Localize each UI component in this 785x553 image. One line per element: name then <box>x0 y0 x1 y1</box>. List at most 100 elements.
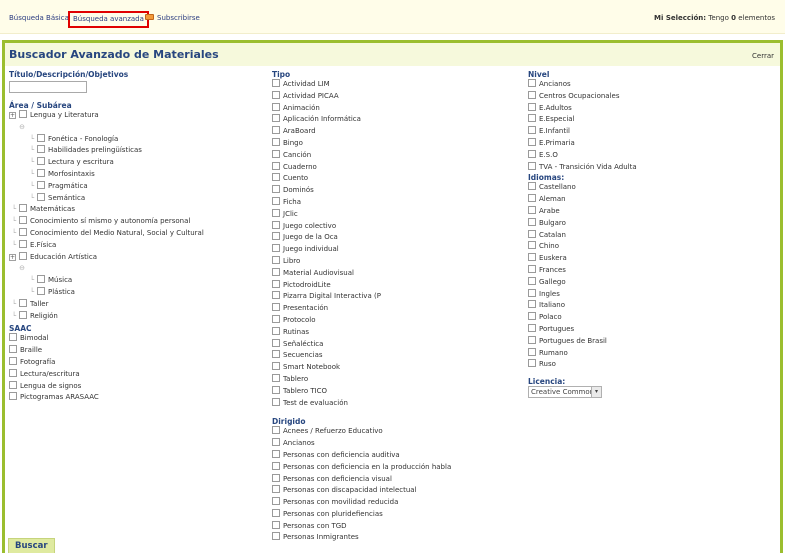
checkbox[interactable] <box>272 314 280 323</box>
checkbox[interactable] <box>528 102 536 111</box>
checkbox-option[interactable]: Arabe <box>528 205 778 218</box>
my-selection[interactable]: Mi Selección: Tengo 0 elementos <box>654 14 775 22</box>
title-field[interactable] <box>9 81 87 93</box>
checkbox-option[interactable]: Portugues de Brasil <box>528 335 778 348</box>
checkbox[interactable] <box>272 196 280 205</box>
checkbox-option[interactable]: Tablero <box>272 373 522 386</box>
checkbox[interactable] <box>272 362 280 371</box>
checkbox-option[interactable]: Acnees / Refuerzo Educativo <box>272 426 522 438</box>
checkbox[interactable] <box>9 392 17 401</box>
area-item-artistica[interactable]: + Educación Artística <box>9 251 269 264</box>
checkbox[interactable] <box>272 373 280 382</box>
checkbox-option[interactable]: Italiano <box>528 300 778 312</box>
checkbox[interactable] <box>272 79 280 87</box>
checkbox-option[interactable]: Bulgaro <box>528 217 778 230</box>
checkbox-option[interactable]: └ Fonética - Fonología <box>9 133 269 146</box>
checkbox-option[interactable]: Personas con movilidad reducida <box>272 497 522 509</box>
checkbox-option[interactable]: Ficha <box>272 196 522 209</box>
checkbox[interactable] <box>19 227 27 236</box>
checkbox[interactable] <box>528 288 536 297</box>
checkbox[interactable] <box>272 326 280 335</box>
expand-icon[interactable]: + <box>9 253 16 261</box>
checkbox-option[interactable]: PictodroidLite <box>272 279 522 292</box>
checkbox-option[interactable]: └ Pragmática <box>9 180 269 193</box>
checkbox[interactable] <box>272 508 280 517</box>
checkbox[interactable] <box>272 485 280 494</box>
checkbox-option[interactable]: AraBoard <box>272 126 522 138</box>
checkbox[interactable] <box>19 239 27 248</box>
checkbox-option[interactable]: └ Lectura y escritura <box>9 157 269 169</box>
checkbox[interactable] <box>9 333 17 342</box>
checkbox[interactable] <box>528 194 536 203</box>
checkbox-option[interactable]: └ Conocimiento sí mismo y autonomía perso… <box>9 216 269 228</box>
checkbox-option[interactable]: Personas con discapacidad intelectual <box>272 485 522 497</box>
checkbox[interactable] <box>272 397 280 406</box>
chevron-down-icon[interactable]: ▾ <box>591 387 601 398</box>
checkbox-option[interactable]: └ Taller <box>9 298 269 311</box>
checkbox[interactable] <box>528 90 536 99</box>
checkbox-option[interactable]: └ Semántica <box>9 192 269 205</box>
checkbox[interactable] <box>272 532 280 541</box>
checkbox[interactable] <box>272 473 280 482</box>
checkbox-option[interactable]: TVA - Transición Vida Adulta <box>528 161 778 174</box>
checkbox-option[interactable]: Rutinas <box>272 326 522 339</box>
checkbox-option[interactable]: E.Infantil <box>528 126 778 138</box>
checkbox-option[interactable]: Pictogramas ARASAAC <box>9 392 269 404</box>
checkbox-option[interactable]: E.S.O <box>528 149 778 162</box>
checkbox[interactable] <box>19 204 27 213</box>
checkbox-option[interactable]: Polaco <box>528 312 778 324</box>
checkbox-option[interactable]: Frances <box>528 264 778 277</box>
checkbox-option[interactable]: Cuaderno <box>272 161 522 174</box>
checkbox-option[interactable]: Personas con TGD <box>272 520 522 533</box>
checkbox[interactable] <box>37 157 45 166</box>
checkbox[interactable] <box>272 220 280 229</box>
checkbox[interactable] <box>19 251 27 260</box>
checkbox[interactable] <box>19 310 27 319</box>
checkbox-option[interactable]: Tablero TICO <box>272 385 522 398</box>
checkbox[interactable] <box>37 275 45 284</box>
checkbox-option[interactable]: Juego individual <box>272 244 522 256</box>
checkbox-option[interactable]: └ Conocimiento del Medio Natural, Social … <box>9 227 269 240</box>
checkbox[interactable] <box>528 347 536 356</box>
checkbox-option[interactable]: Cuento <box>272 173 522 185</box>
checkbox[interactable] <box>528 253 536 262</box>
checkbox-option[interactable]: Personas con deficiencia auditiva <box>272 449 522 462</box>
checkbox-option[interactable]: └ E.Física <box>9 239 269 252</box>
checkbox[interactable] <box>9 356 17 365</box>
checkbox[interactable] <box>528 229 536 238</box>
checkbox-option[interactable]: Personas con deficiencia en la producció… <box>272 461 522 474</box>
checkbox[interactable] <box>19 298 27 307</box>
rss-icon[interactable] <box>145 14 154 20</box>
checkbox[interactable] <box>528 359 536 368</box>
expand-icon[interactable]: + <box>9 112 16 119</box>
checkbox[interactable] <box>528 182 536 191</box>
checkbox[interactable] <box>272 338 280 347</box>
checkbox[interactable] <box>528 335 536 344</box>
checkbox[interactable] <box>272 449 280 458</box>
checkbox[interactable] <box>528 205 536 214</box>
checkbox[interactable] <box>272 350 280 359</box>
checkbox[interactable] <box>272 232 280 241</box>
checkbox-option[interactable]: JClic <box>272 208 522 221</box>
checkbox-option[interactable]: Catalan <box>528 229 778 242</box>
checkbox-option[interactable]: Dominós <box>272 185 522 197</box>
checkbox[interactable] <box>19 110 27 118</box>
checkbox[interactable] <box>528 241 536 250</box>
checkbox-option[interactable]: Ancianos <box>528 79 778 91</box>
checkbox[interactable] <box>272 255 280 264</box>
checkbox[interactable] <box>272 161 280 170</box>
checkbox[interactable] <box>37 286 45 295</box>
checkbox[interactable] <box>37 133 45 142</box>
checkbox-option[interactable]: Euskera <box>528 253 778 265</box>
checkbox[interactable] <box>272 497 280 506</box>
checkbox[interactable] <box>272 291 280 300</box>
advanced-search-link[interactable]: Búsqueda avanzada <box>68 11 149 28</box>
checkbox[interactable] <box>528 149 536 158</box>
checkbox[interactable] <box>37 192 45 201</box>
checkbox[interactable] <box>272 461 280 470</box>
checkbox-option[interactable]: Bingo <box>272 137 522 150</box>
checkbox-option[interactable]: E.Especial <box>528 114 778 126</box>
checkbox[interactable] <box>528 312 536 321</box>
checkbox-option[interactable]: └ Religión <box>9 310 269 323</box>
search-button[interactable]: Buscar <box>8 538 55 553</box>
